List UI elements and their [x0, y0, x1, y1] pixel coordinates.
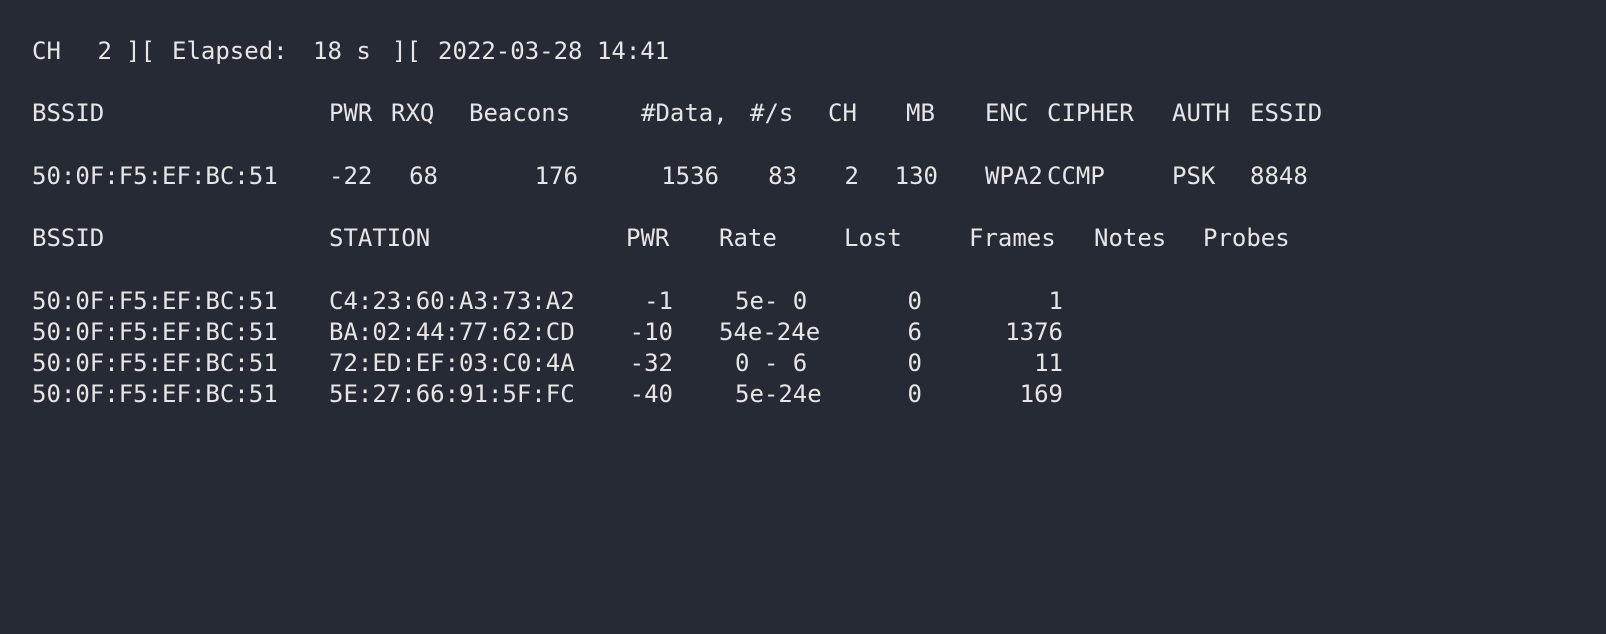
- channel-value: 2: [97, 37, 112, 65]
- station-lost: 0: [907, 349, 922, 377]
- col-probes: Probes: [1203, 224, 1290, 252]
- ap-beacons: 176: [534, 162, 578, 190]
- station-row[interactable]: 50:0F:F5:EF:BC:51 72:ED:EF:03:C0:4A -32 …: [32, 347, 1432, 379]
- col-auth: AUTH: [1172, 99, 1230, 127]
- station-rate: 0 - 6: [735, 349, 808, 377]
- station-frames: 1376: [1005, 318, 1063, 346]
- station-pwr: -1: [644, 287, 673, 315]
- col-bssid: BSSID: [32, 224, 105, 252]
- datetime: 2022-03-28 14:41: [438, 37, 670, 65]
- status-line: CH 2 ][ Elapsed: 18 s ][ 2022-03-28 14:4…: [32, 35, 1332, 67]
- col-station: STATION: [329, 224, 431, 252]
- ap-auth: PSK: [1172, 162, 1216, 190]
- terminal-window: CH 2 ][ Elapsed: 18 s ][ 2022-03-28 14:4…: [0, 0, 1606, 466]
- station-row[interactable]: 50:0F:F5:EF:BC:51 C4:23:60:A3:73:A2 -1 5…: [32, 285, 1432, 317]
- col-pwr: PWR: [626, 224, 670, 252]
- station-frames: 11: [1034, 349, 1063, 377]
- col-cipher: CIPHER: [1047, 99, 1134, 127]
- col-enc: ENC: [985, 99, 1029, 127]
- station-rate: 5e-24e: [735, 380, 822, 408]
- col-beacons: Beacons: [469, 99, 571, 127]
- col-data: #Data,: [641, 99, 728, 127]
- col-notes: Notes: [1094, 224, 1167, 252]
- ap-row[interactable]: 50:0F:F5:EF:BC:51 -22 68 176 1536 83 2 1…: [32, 160, 1432, 192]
- ap-ch: 2: [844, 162, 859, 190]
- col-pwr: PWR: [329, 99, 373, 127]
- station-frames: 169: [1019, 380, 1063, 408]
- station-pwr: -10: [629, 318, 673, 346]
- col-lost: Lost: [844, 224, 902, 252]
- col-essid: ESSID: [1250, 99, 1323, 127]
- station-frames: 1: [1048, 287, 1063, 315]
- ap-enc: WPA2: [985, 162, 1043, 190]
- channel-label: CH: [32, 37, 61, 65]
- station-rate: 54e-24e: [719, 318, 821, 346]
- col-rxq: RXQ: [391, 99, 435, 127]
- station-row[interactable]: 50:0F:F5:EF:BC:51 BA:02:44:77:62:CD -10 …: [32, 316, 1432, 348]
- station-pwr: -32: [629, 349, 673, 377]
- station-lost: 0: [907, 380, 922, 408]
- station-row[interactable]: 50:0F:F5:EF:BC:51 5E:27:66:91:5F:FC -40 …: [32, 378, 1432, 410]
- station-bssid: 50:0F:F5:EF:BC:51: [32, 349, 278, 377]
- ap-data: 1536: [661, 162, 719, 190]
- ap-mb: 130: [894, 162, 938, 190]
- separator: ][: [392, 37, 421, 65]
- station-mac: 5E:27:66:91:5F:FC: [329, 380, 575, 408]
- ap-cipher: CCMP: [1047, 162, 1105, 190]
- ap-table-header: BSSID PWR RXQ Beacons #Data, #/s CH MB E…: [32, 97, 1432, 129]
- col-rate: Rate: [719, 224, 777, 252]
- station-lost: 6: [907, 318, 922, 346]
- ap-rxq: 68: [409, 162, 438, 190]
- separator: ][: [126, 37, 155, 65]
- elapsed-label: Elapsed:: [172, 37, 288, 65]
- station-rate: 5e- 0: [735, 287, 808, 315]
- station-table-header: BSSID STATION PWR Rate Lost Frames Notes…: [32, 222, 1432, 254]
- station-bssid: 50:0F:F5:EF:BC:51: [32, 318, 278, 346]
- station-bssid: 50:0F:F5:EF:BC:51: [32, 380, 278, 408]
- ap-rate: 83: [768, 162, 797, 190]
- col-mb: MB: [906, 99, 935, 127]
- ap-essid: 8848: [1250, 162, 1308, 190]
- col-frames: Frames: [969, 224, 1056, 252]
- station-mac: 72:ED:EF:03:C0:4A: [329, 349, 575, 377]
- station-mac: C4:23:60:A3:73:A2: [329, 287, 575, 315]
- station-mac: BA:02:44:77:62:CD: [329, 318, 575, 346]
- station-lost: 0: [907, 287, 922, 315]
- station-pwr: -40: [629, 380, 673, 408]
- station-bssid: 50:0F:F5:EF:BC:51: [32, 287, 278, 315]
- elapsed-value: 18 s: [313, 37, 371, 65]
- col-rate: #/s: [750, 99, 794, 127]
- ap-pwr: -22: [329, 162, 373, 190]
- ap-bssid: 50:0F:F5:EF:BC:51: [32, 162, 278, 190]
- col-ch: CH: [828, 99, 857, 127]
- col-bssid: BSSID: [32, 99, 105, 127]
